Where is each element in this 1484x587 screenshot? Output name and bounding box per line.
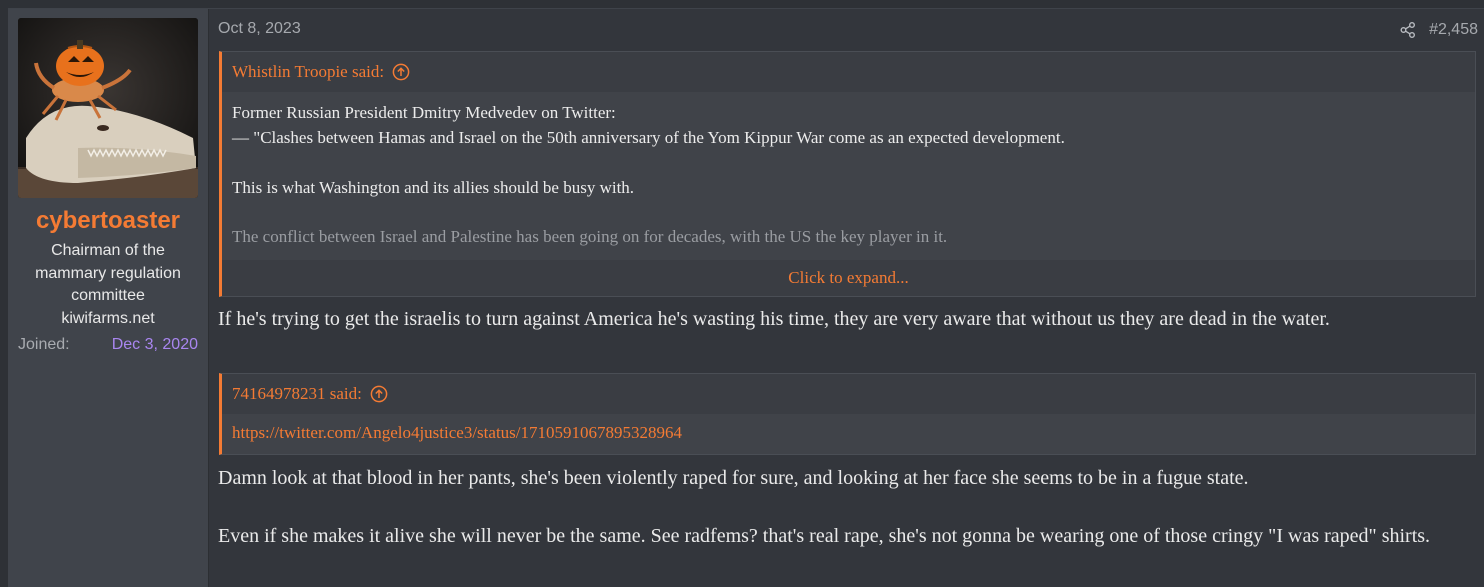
post-paragraph: If he's trying to get the israelis to tu… bbox=[218, 308, 1330, 330]
post-paragraph: Damn look at that blood in her pants, sh… bbox=[218, 467, 1249, 489]
post-header-actions: #2,458 bbox=[1399, 19, 1478, 41]
quote-line: This is what Washington and its allies s… bbox=[232, 178, 635, 197]
quote-content: Former Russian President Dmitry Medvedev… bbox=[222, 92, 1475, 260]
avatar[interactable] bbox=[18, 18, 198, 198]
quote-block: 74164978231 said: https://twitter.com/An… bbox=[219, 373, 1476, 455]
quote-line: The conflict between Israel and Palestin… bbox=[232, 227, 948, 246]
post-number[interactable]: #2,458 bbox=[1429, 21, 1478, 39]
quote-author[interactable]: 74164978231 said: bbox=[232, 384, 362, 404]
post-date[interactable]: Oct 8, 2023 bbox=[218, 20, 301, 38]
quote-header: Whistlin Troopie said: bbox=[222, 52, 1475, 92]
user-sidebar: cybertoaster Chairman of the mammary reg… bbox=[8, 9, 209, 587]
user-title-line: kiwifarms.net bbox=[61, 309, 155, 327]
user-title-line: mammary regulation bbox=[35, 264, 181, 282]
username[interactable]: cybertoaster bbox=[8, 207, 208, 235]
joined-label: Joined: bbox=[18, 336, 70, 353]
avatar-image bbox=[18, 18, 198, 198]
joined-date: Dec 3, 2020 bbox=[111, 336, 198, 353]
post-main: Oct 8, 2023 #2,458 Whistlin Troopie said… bbox=[218, 9, 1484, 587]
quote-line: Former Russian President Dmitry Medvedev… bbox=[232, 103, 616, 122]
quote-header: 74164978231 said: bbox=[222, 374, 1475, 414]
user-title-line: committee bbox=[71, 287, 145, 304]
click-to-expand-link[interactable]: Click to expand... bbox=[222, 260, 1475, 296]
twitter-link[interactable]: https://twitter.com/Angelo4justice3/stat… bbox=[232, 423, 682, 442]
post-paragraph: Even if she makes it alive she will neve… bbox=[218, 525, 1431, 547]
quote-line: — "Clashes between Hamas and Israel on t… bbox=[232, 128, 1065, 147]
quote-block: Whistlin Troopie said: Former Russian Pr… bbox=[219, 51, 1476, 297]
jump-to-quote-icon[interactable] bbox=[392, 63, 410, 81]
user-title-line: Chairman of the bbox=[51, 242, 165, 259]
joined-row: Joined: Dec 3, 2020 bbox=[18, 336, 198, 358]
quote-author[interactable]: Whistlin Troopie said: bbox=[232, 62, 384, 82]
user-title: Chairman of the mammary regulation commi… bbox=[22, 240, 194, 330]
share-icon[interactable] bbox=[1399, 21, 1417, 39]
forum-post: cybertoaster Chairman of the mammary reg… bbox=[8, 8, 1484, 587]
jump-to-quote-icon[interactable] bbox=[370, 385, 388, 403]
quote-content: https://twitter.com/Angelo4justice3/stat… bbox=[222, 414, 1475, 454]
